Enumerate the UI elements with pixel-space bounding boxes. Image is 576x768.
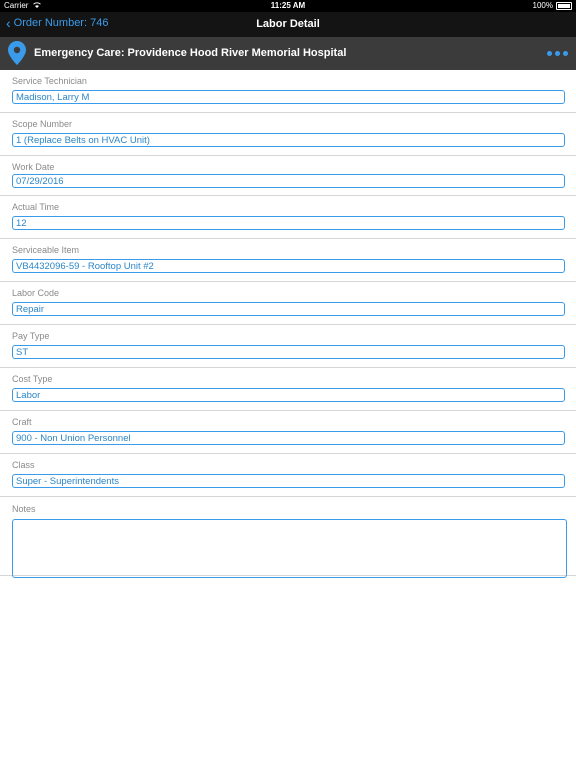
- status-time: 11:25 AM: [270, 1, 306, 10]
- more-dot-icon: [563, 51, 568, 56]
- notes-textarea[interactable]: [12, 519, 567, 578]
- field-label: Service Technician: [12, 76, 87, 86]
- field-service-technician: Service Technician Madison, Larry M: [0, 70, 576, 113]
- serviceable-item-input[interactable]: VB4432096-59 - Rooftop Unit #2: [12, 259, 565, 273]
- field-serviceable-item: Serviceable Item VB4432096-59 - Rooftop …: [0, 239, 576, 282]
- field-label: Actual Time: [12, 202, 60, 212]
- location-title: Emergency Care: Providence Hood River Me…: [34, 47, 347, 59]
- field-work-date: Work Date 07/29/2016: [0, 156, 576, 196]
- more-options-button[interactable]: [547, 51, 568, 56]
- class-input[interactable]: Super - Superintendents: [12, 474, 565, 488]
- cost-type-input[interactable]: Labor: [12, 388, 565, 402]
- navigation-bar: ‹ Order Number: 746 Labor Detail: [0, 12, 576, 37]
- field-label: Craft: [12, 417, 32, 427]
- field-label: Serviceable Item: [12, 245, 80, 255]
- field-label: Pay Type: [12, 331, 50, 341]
- pay-type-input[interactable]: ST: [12, 345, 565, 359]
- service-technician-input[interactable]: Madison, Larry M: [12, 90, 565, 104]
- page-title: Labor Detail: [256, 18, 320, 30]
- field-class: Class Super - Superintendents: [0, 454, 576, 497]
- more-dot-icon: [555, 51, 560, 56]
- field-scope-number: Scope Number 1 (Replace Belts on HVAC Un…: [0, 113, 576, 156]
- field-label: Work Date: [12, 162, 55, 172]
- labor-form: Service Technician Madison, Larry M Scop…: [0, 70, 576, 578]
- field-labor-code: Labor Code Repair: [0, 282, 576, 325]
- field-notes: Notes: [0, 497, 576, 578]
- battery-percent: 100%: [532, 1, 553, 10]
- location-bar: Emergency Care: Providence Hood River Me…: [0, 37, 576, 70]
- labor-code-input[interactable]: Repair: [12, 302, 565, 316]
- status-bar: Carrier 11:25 AM 100%: [0, 0, 576, 12]
- actual-time-input[interactable]: 12: [12, 216, 565, 230]
- battery-icon: [556, 1, 572, 10]
- more-dot-icon: [547, 51, 552, 56]
- craft-input[interactable]: 900 - Non Union Personnel: [12, 431, 565, 445]
- field-label: Class: [12, 460, 35, 470]
- location-pin-icon: [8, 41, 26, 65]
- work-date-input[interactable]: 07/29/2016: [12, 174, 565, 188]
- field-label: Notes: [12, 504, 36, 514]
- field-pay-type: Pay Type ST: [0, 325, 576, 368]
- battery-indicator: 100%: [533, 1, 572, 10]
- field-actual-time: Actual Time 12: [0, 196, 576, 239]
- field-label: Cost Type: [12, 374, 53, 384]
- field-cost-type: Cost Type Labor: [0, 368, 576, 411]
- scope-number-input[interactable]: 1 (Replace Belts on HVAC Unit): [12, 133, 565, 147]
- field-label: Scope Number: [12, 119, 73, 129]
- field-label: Labor Code: [12, 288, 60, 298]
- field-craft: Craft 900 - Non Union Personnel: [0, 411, 576, 454]
